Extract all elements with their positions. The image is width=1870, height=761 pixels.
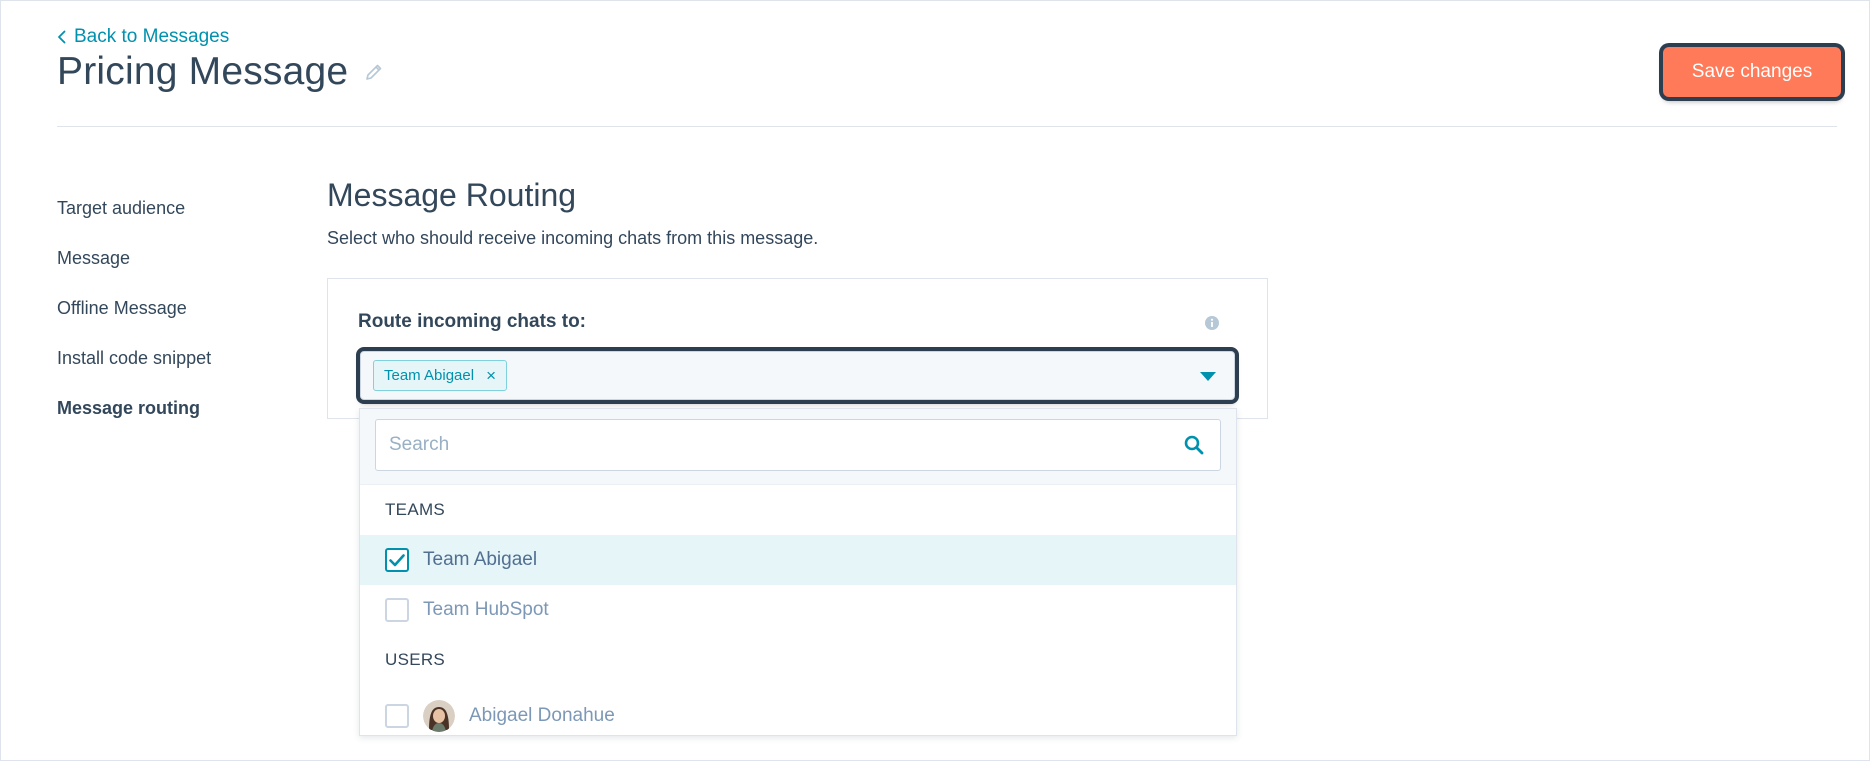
avatar bbox=[423, 700, 455, 732]
option-team-abigael[interactable]: Team Abigael bbox=[360, 535, 1236, 585]
section-subtitle: Select who should receive incoming chats… bbox=[327, 228, 819, 248]
route-dropdown-menu: TEAMS Team Abigael Team HubSpot USERS Ab… bbox=[359, 408, 1237, 736]
info-icon[interactable] bbox=[1204, 315, 1220, 336]
sidebar-item-target-audience[interactable]: Target audience bbox=[57, 183, 307, 233]
section-title: Message Routing bbox=[327, 177, 577, 213]
sidebar-item-offline-message[interactable]: Offline Message bbox=[57, 283, 307, 333]
sidebar-item-message[interactable]: Message bbox=[57, 233, 307, 283]
caret-down-icon[interactable] bbox=[1200, 372, 1216, 381]
search-box bbox=[375, 419, 1221, 471]
page-title: Pricing Message bbox=[57, 50, 349, 93]
save-changes-button[interactable]: Save changes bbox=[1663, 47, 1841, 97]
sidebar-item-message-routing[interactable]: Message routing bbox=[24, 383, 309, 433]
page-title-row: Pricing Message bbox=[57, 50, 384, 94]
selected-team-tag: Team Abigael × bbox=[373, 360, 507, 391]
option-user-abigael-donahue[interactable]: Abigael Donahue bbox=[360, 685, 1236, 735]
pencil-icon[interactable] bbox=[364, 62, 384, 82]
back-to-messages-link[interactable]: Back to Messages bbox=[57, 26, 229, 48]
search-input[interactable] bbox=[376, 420, 1220, 470]
header-divider bbox=[57, 126, 1837, 127]
checkbox-checked[interactable] bbox=[385, 548, 409, 572]
route-incoming-label: Route incoming chats to: bbox=[358, 311, 586, 332]
route-select-input[interactable]: Team Abigael × bbox=[360, 351, 1235, 400]
sidebar-item-install-code-snippet[interactable]: Install code snippet bbox=[57, 333, 307, 383]
sidebar-item-label: Offline Message bbox=[57, 297, 187, 318]
sidebar-item-label: Install code snippet bbox=[57, 347, 212, 368]
search-icon[interactable] bbox=[1184, 435, 1204, 460]
remove-tag-icon[interactable]: × bbox=[486, 367, 496, 384]
option-label: Team Abigael bbox=[423, 549, 538, 570]
checkbox-unchecked[interactable] bbox=[385, 704, 409, 728]
checkbox-unchecked[interactable] bbox=[385, 598, 409, 622]
option-team-hubspot[interactable]: Team HubSpot bbox=[360, 585, 1236, 635]
tag-label: Team Abigael bbox=[384, 367, 475, 384]
users-group-header: USERS bbox=[385, 650, 446, 669]
checkmark-icon bbox=[389, 553, 405, 566]
option-label: Team HubSpot bbox=[423, 599, 549, 620]
teams-group-header: TEAMS bbox=[385, 500, 446, 519]
back-link-label: Back to Messages bbox=[74, 26, 230, 47]
sidebar-item-label: Message routing bbox=[57, 397, 201, 418]
dropdown-search-area bbox=[360, 409, 1236, 485]
option-label: Abigael Donahue bbox=[469, 705, 615, 726]
chevron-left-icon bbox=[57, 30, 66, 44]
sidebar-item-label: Message bbox=[57, 247, 131, 268]
sidebar-item-label: Target audience bbox=[57, 197, 186, 218]
sidebar-nav: Target audience Message Offline Message … bbox=[24, 183, 309, 433]
